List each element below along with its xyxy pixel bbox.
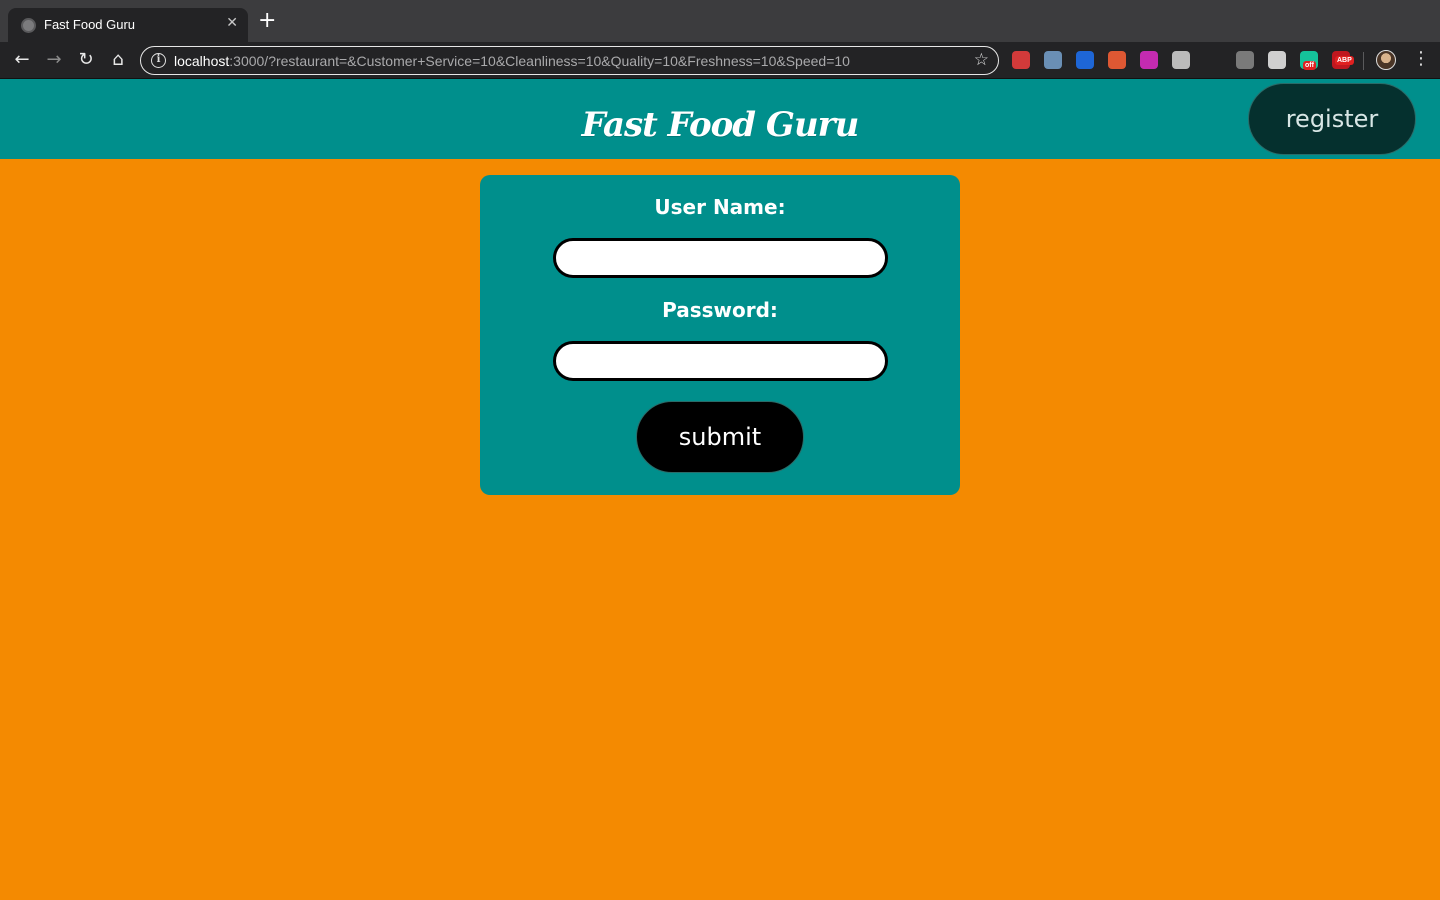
register-button[interactable]: register [1248,83,1416,155]
submit-button[interactable]: submit [636,401,804,473]
home-button[interactable]: ⌂ [106,48,130,72]
address-bar[interactable]: i localhost:3000/?restaurant=&Customer+S… [140,46,999,75]
extension-1-icon[interactable] [1012,51,1030,69]
extension-8-icon[interactable] [1268,51,1286,69]
toolbar-divider [1363,52,1364,70]
reload-button[interactable]: ↻ [74,48,98,72]
grammarly-extension-badge: off [1303,61,1316,70]
extension-7-icon[interactable] [1236,51,1254,69]
adblock-extension-icon[interactable]: ABP [1332,51,1354,69]
forward-button[interactable]: → [42,48,66,72]
site-header: Fast Food Guru register [0,79,1440,159]
extension-3-icon[interactable] [1076,51,1094,69]
new-tab-button[interactable]: + [258,10,276,32]
username-input[interactable] [553,238,888,278]
browser-menu-icon[interactable]: ⋮ [1412,48,1430,69]
grammarly-extension-icon[interactable]: off [1300,51,1318,70]
tab-title: Fast Food Guru [44,17,136,32]
back-button[interactable]: ← [10,48,34,72]
bookmark-star-icon[interactable]: ☆ [974,50,989,70]
globe-icon [21,18,36,33]
password-input[interactable] [553,341,888,381]
profile-avatar[interactable] [1376,50,1396,70]
url-path: :3000/?restaurant=&Customer+Service=10&C… [229,53,850,69]
dark-mode-extension-icon[interactable] [1140,51,1158,69]
browser-tab[interactable]: Fast Food Guru ✕ [8,8,248,42]
password-label: Password: [662,298,778,322]
close-tab-icon[interactable]: ✕ [226,15,238,31]
pen-extension-icon[interactable] [1172,51,1190,69]
username-label: User Name: [654,195,786,219]
extension-2-icon[interactable] [1044,51,1062,69]
tab-strip: Fast Food Guru ✕ + [0,0,1440,42]
duckduckgo-extension-icon[interactable] [1108,51,1126,69]
adblock-extension-badge: ABP [1335,56,1354,65]
url-text[interactable]: localhost:3000/?restaurant=&Customer+Ser… [174,53,850,69]
url-host: localhost [174,53,230,69]
site-brand-title: Fast Food Guru [581,105,860,145]
login-form: User Name: Password: submit [480,175,960,495]
site-info-icon[interactable]: i [151,53,166,68]
browser-toolbar: ← → ↻ ⌂ i localhost:3000/?restaurant=&Cu… [0,42,1440,79]
